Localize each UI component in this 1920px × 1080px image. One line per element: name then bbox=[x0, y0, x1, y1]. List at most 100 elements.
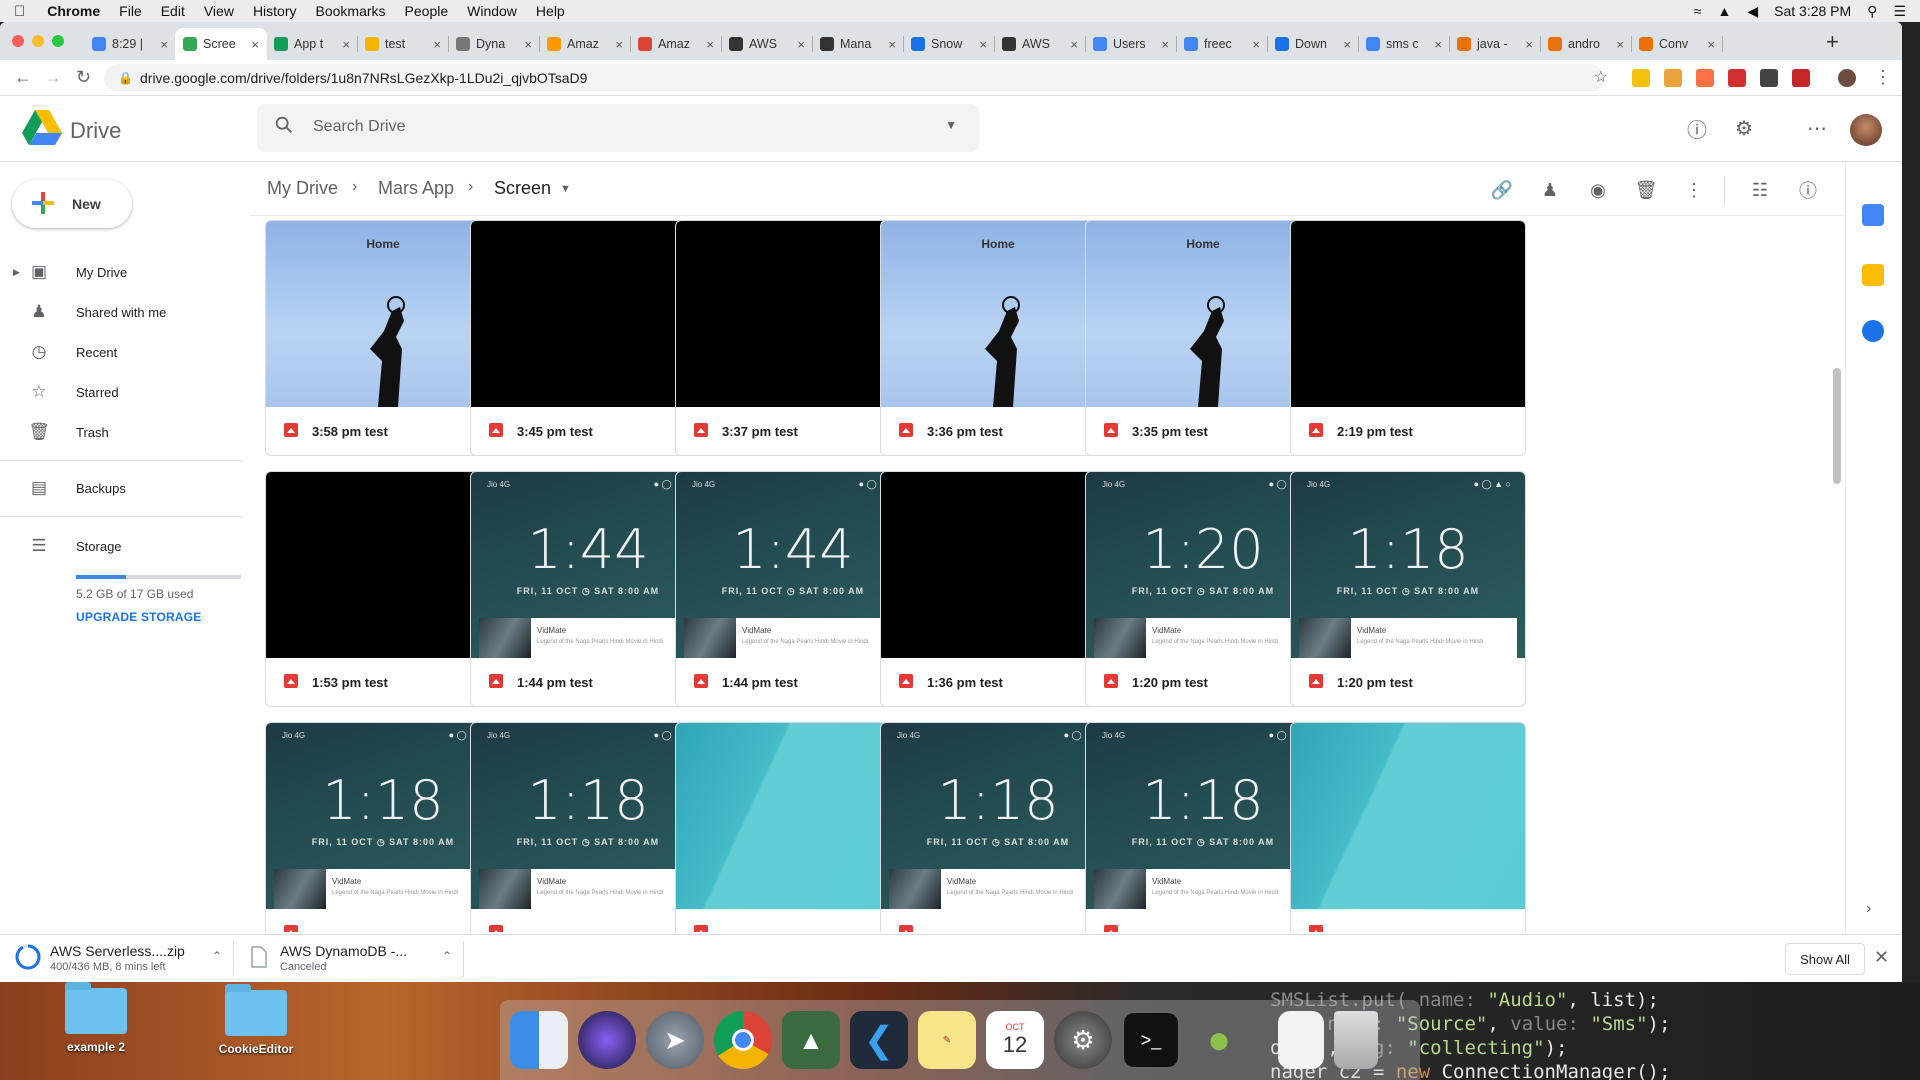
calendar-addon-icon[interactable] bbox=[1862, 204, 1884, 226]
extension-icon[interactable] bbox=[1728, 69, 1746, 87]
sidebar-item-storage[interactable]: ☰ Storage bbox=[0, 530, 250, 562]
tab-close-icon[interactable]: × bbox=[1525, 37, 1533, 52]
chevron-up-icon[interactable]: ⌃ bbox=[212, 949, 222, 963]
help-icon[interactable]: ⓘ bbox=[1681, 112, 1713, 144]
tab-close-icon[interactable]: × bbox=[1343, 37, 1351, 52]
tab-close-icon[interactable]: × bbox=[433, 37, 441, 52]
menu-window[interactable]: Window bbox=[467, 3, 517, 19]
file-card[interactable]: Jio 4G ● ◯ ▲ ○ 1:18 FRI, 11 OCT ◷ SAT 8:00 … bbox=[880, 722, 1116, 932]
keep-addon-icon[interactable] bbox=[1862, 264, 1884, 286]
extension-icon[interactable] bbox=[1632, 69, 1650, 87]
menu-edit[interactable]: Edit bbox=[161, 3, 185, 19]
tab-close-icon[interactable]: × bbox=[1070, 37, 1078, 52]
file-card[interactable]: 1:36 pm test bbox=[880, 471, 1116, 707]
tab[interactable]: freec × bbox=[1176, 28, 1268, 60]
download-item[interactable]: AWS DynamoDB -... Canceled ⌃ bbox=[244, 941, 464, 977]
terminal-icon[interactable]: >_ bbox=[1122, 1011, 1180, 1069]
search-options-icon[interactable]: ▼ bbox=[945, 118, 957, 132]
more-actions-icon[interactable]: ⋮ bbox=[1680, 176, 1708, 204]
file-card[interactable]: Home 3:35 pm test bbox=[1085, 220, 1321, 456]
tab[interactable]: Scree × bbox=[175, 28, 267, 60]
apple-icon[interactable]:  bbox=[14, 3, 25, 20]
tab[interactable]: Amaz × bbox=[539, 28, 631, 60]
breadcrumb-my-drive[interactable]: My Drive bbox=[267, 178, 338, 199]
stickies-icon[interactable]: ✎ bbox=[918, 1011, 976, 1069]
tab[interactable]: Conv × bbox=[1631, 28, 1723, 60]
wifi-icon[interactable]: ≈ bbox=[1694, 3, 1702, 19]
menu-history[interactable]: History bbox=[253, 3, 297, 19]
chrome-icon[interactable] bbox=[714, 1011, 772, 1069]
menu-bookmarks[interactable]: Bookmarks bbox=[316, 3, 386, 19]
tab[interactable]: Users × bbox=[1085, 28, 1177, 60]
sidebar-item-backups[interactable]: ▤ Backups bbox=[0, 472, 250, 504]
link-icon[interactable]: 🔗 bbox=[1488, 176, 1516, 204]
document-icon[interactable] bbox=[1278, 1011, 1324, 1069]
launchpad-icon[interactable]: ➤ bbox=[646, 1011, 704, 1069]
address-bar[interactable]: 🔒 drive.google.com/drive/folders/1u8n7NR… bbox=[104, 64, 1608, 92]
file-card[interactable]: 2:19 pm test bbox=[1290, 220, 1526, 456]
scrollbar[interactable] bbox=[1833, 216, 1841, 932]
tab-close-icon[interactable]: × bbox=[1161, 37, 1169, 52]
download-item[interactable]: AWS Serverless....zip 400/436 MB, 8 mins… bbox=[14, 941, 234, 977]
trash-bin-icon[interactable] bbox=[1334, 1011, 1378, 1069]
drive-logo-icon[interactable] bbox=[22, 110, 62, 146]
tab-close-icon[interactable]: × bbox=[1252, 37, 1260, 52]
new-tab-button[interactable]: + bbox=[1826, 29, 1839, 55]
tab-close-icon[interactable]: × bbox=[1707, 37, 1715, 52]
tab[interactable]: andro × bbox=[1540, 28, 1632, 60]
eject-icon[interactable]: ▲ bbox=[1717, 3, 1731, 19]
preview-eye-icon[interactable]: ◉ bbox=[1584, 176, 1612, 204]
tab-close-icon[interactable]: × bbox=[615, 37, 623, 52]
menu-clock[interactable]: Sat 3:28 PM bbox=[1774, 3, 1851, 19]
tab[interactable]: AWS × bbox=[721, 28, 813, 60]
finder-icon[interactable] bbox=[510, 1011, 568, 1069]
menu-file[interactable]: File bbox=[119, 3, 142, 19]
menu-people[interactable]: People bbox=[405, 3, 449, 19]
tab-close-icon[interactable]: × bbox=[797, 37, 805, 52]
siri-icon[interactable] bbox=[578, 1011, 636, 1069]
extension-icon[interactable] bbox=[1664, 69, 1682, 87]
lock-icon[interactable]: 🔒 bbox=[118, 64, 133, 92]
file-card[interactable]: Jio 4G ● ◯ ▲ ○ 1:44 FRI, 11 OCT ◷ SAT 8:00 … bbox=[470, 471, 706, 707]
minimize-window-button[interactable] bbox=[32, 35, 44, 47]
forward-icon[interactable]: → bbox=[44, 67, 62, 88]
tab[interactable]: Snow × bbox=[903, 28, 995, 60]
android-icon[interactable]: ● bbox=[1190, 1011, 1248, 1069]
chevron-down-icon[interactable]: ▼ bbox=[560, 183, 571, 195]
sidebar-item-starred[interactable]: ☆ Starred bbox=[0, 376, 250, 408]
delete-icon[interactable]: 🗑 bbox=[1632, 176, 1660, 204]
chrome-menu-icon[interactable]: ⋮ bbox=[1874, 67, 1892, 88]
search-icon[interactable] bbox=[273, 114, 295, 136]
desktop-folder[interactable]: CookieEditor bbox=[196, 984, 316, 1056]
file-card[interactable]: Jio 4G ● ◯ ▲ ○ 1:18 FRI, 11 OCT ◷ SAT 8:00 … bbox=[265, 722, 501, 932]
back-icon[interactable]: ← bbox=[14, 67, 32, 88]
tab-close-icon[interactable]: × bbox=[706, 37, 714, 52]
extension-icon[interactable] bbox=[1792, 69, 1810, 87]
desktop-folder[interactable]: example 2 bbox=[36, 982, 156, 1054]
spotlight-icon[interactable]: ⚲ bbox=[1867, 3, 1877, 20]
tab[interactable]: 8:29 | × bbox=[84, 28, 176, 60]
scrollbar-thumb[interactable] bbox=[1833, 368, 1841, 484]
expand-caret-icon[interactable]: ▶ bbox=[13, 267, 20, 278]
new-button[interactable]: New bbox=[12, 180, 132, 228]
bookmark-star-icon[interactable]: ☆ bbox=[1594, 64, 1608, 92]
file-card[interactable]: 3:45 pm test bbox=[470, 220, 706, 456]
tab[interactable]: sms c × bbox=[1358, 28, 1450, 60]
sidebar-item-trash[interactable]: 🗑 Trash bbox=[0, 416, 250, 448]
share-person-icon[interactable]: ♟ bbox=[1536, 176, 1564, 204]
profile-avatar[interactable] bbox=[1838, 69, 1856, 87]
tab-close-icon[interactable]: × bbox=[1616, 37, 1624, 52]
breadcrumb-current-folder[interactable]: Screen bbox=[494, 178, 551, 199]
show-all-downloads-button[interactable]: Show All bbox=[1785, 943, 1865, 975]
file-card[interactable]: Home 3:36 pm test bbox=[880, 220, 1116, 456]
menu-help[interactable]: Help bbox=[536, 3, 565, 19]
close-icon[interactable]: ✕ bbox=[1874, 947, 1889, 968]
android-studio-icon[interactable]: ▲ bbox=[782, 1011, 840, 1069]
account-avatar[interactable] bbox=[1850, 114, 1882, 146]
tab[interactable]: App t × bbox=[266, 28, 358, 60]
search-input[interactable]: Search Drive bbox=[313, 118, 405, 136]
file-card[interactable]: 1:53 pm test bbox=[265, 471, 501, 707]
tab-close-icon[interactable]: × bbox=[888, 37, 896, 52]
menu-view[interactable]: View bbox=[204, 3, 234, 19]
tab-close-icon[interactable]: × bbox=[524, 37, 532, 52]
